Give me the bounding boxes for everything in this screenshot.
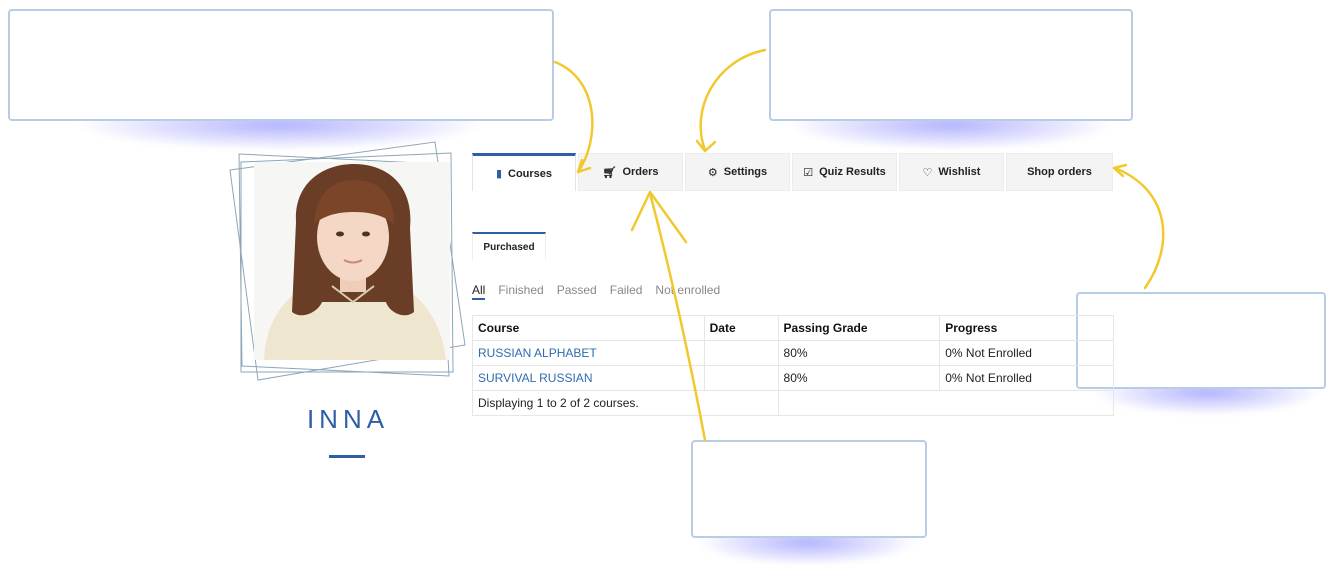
subtab-purchased[interactable]: Purchased [472,232,546,260]
column-header-course: Course [472,315,705,341]
cart-icon: 🛒︎ [602,166,617,179]
filter-not-enrolled[interactable]: Not enrolled [655,283,720,300]
course-link[interactable]: SURVIVAL RUSSIAN [478,371,592,385]
course-filters: All Finished Passed Failed Not enrolled [472,283,720,300]
arrow-to-shop-orders [1113,166,1165,290]
tab-orders[interactable]: 🛒︎ Orders [578,153,683,191]
tab-courses[interactable]: ▮ Courses [472,153,576,191]
callout-box-bottom [691,440,927,538]
checkbox-icon: ☑︎ [803,166,814,179]
filter-failed[interactable]: Failed [610,283,643,300]
filter-passed[interactable]: Passed [557,283,597,300]
table-footer-row: Displaying 1 to 2 of 2 courses. [472,390,1115,416]
callout-box-top-left [8,9,554,121]
table-header-row: Course Date Passing Grade Progress [472,315,1114,341]
heart-icon: ♡ [922,166,933,179]
tab-shop-orders[interactable]: Shop orders [1006,153,1113,191]
table-row: RUSSIAN ALPHABET 80% 0% Not Enrolled [472,340,1114,366]
avatar [254,162,450,360]
course-link[interactable]: RUSSIAN ALPHABET [478,346,597,360]
profile-tabs: ▮ Courses 🛒︎ Orders ⚙︎ Settings ☑︎ Quiz … [472,153,1115,191]
tab-quiz-results[interactable]: ☑︎ Quiz Results [792,153,897,191]
course-date [703,340,779,366]
table-row: SURVIVAL RUSSIAN 80% 0% Not Enrolled [472,365,1114,391]
name-underline [329,455,365,458]
course-date [703,365,779,391]
course-progress: 0% Not Enrolled [939,340,1114,366]
gear-icon: ⚙︎ [707,166,718,179]
column-header-date: Date [703,315,779,341]
course-grade: 80% [777,340,941,366]
column-header-passing-grade: Passing Grade [777,315,941,341]
book-icon: ▮ [495,168,503,180]
course-grade: 80% [777,365,941,391]
profile-name: INNA [306,404,390,434]
arrow-to-settings [699,48,767,152]
course-progress: 0% Not Enrolled [939,365,1114,391]
tab-settings[interactable]: ⚙︎ Settings [685,153,790,191]
filter-finished[interactable]: Finished [498,283,543,300]
courses-table: Course Date Passing Grade Progress RUSSI… [472,315,1115,416]
table-footer-text: Displaying 1 to 2 of 2 courses. [472,390,779,416]
tab-wishlist[interactable]: ♡ Wishlist [899,153,1004,191]
filter-all[interactable]: All [472,283,486,300]
column-header-progress: Progress [939,315,1114,341]
callout-box-top-right [769,9,1133,121]
